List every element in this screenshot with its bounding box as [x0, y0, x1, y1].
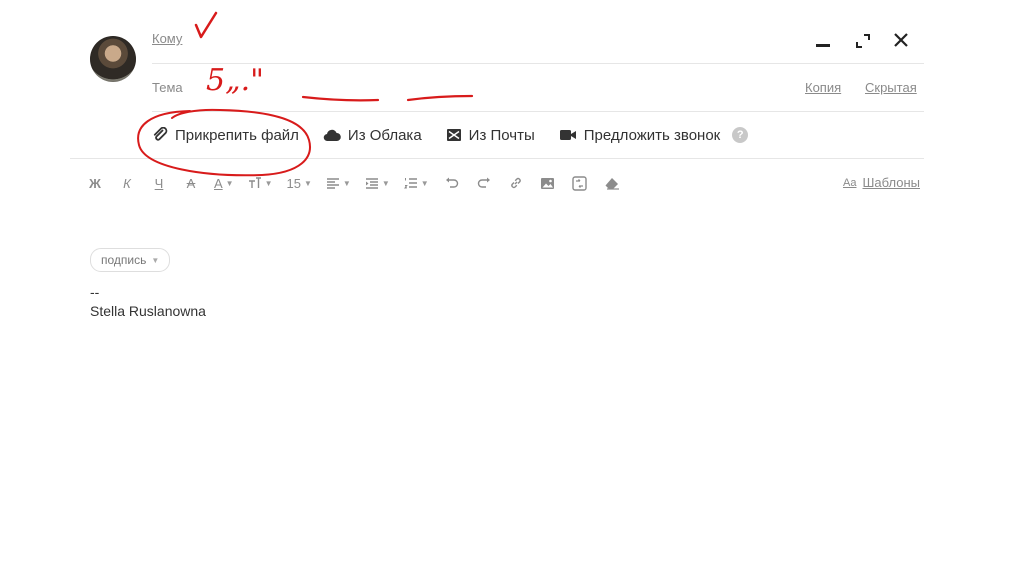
- translit-button[interactable]: [571, 173, 589, 193]
- italic-icon: К: [123, 175, 131, 191]
- link-icon: [510, 177, 521, 189]
- divider-to: [152, 63, 924, 64]
- from-mail-button[interactable]: Из Почты: [446, 127, 535, 144]
- chevron-down-icon: ▼: [151, 255, 160, 265]
- underline-annotation-2: [406, 94, 474, 102]
- cloud-icon: [323, 129, 341, 142]
- signature-dropdown[interactable]: подпись ▼: [90, 248, 171, 272]
- redo-button[interactable]: [475, 173, 493, 193]
- strikethrough-icon: А: [186, 175, 196, 191]
- avatar: [90, 36, 136, 82]
- minimize-icon: [816, 44, 830, 47]
- attach-bar: Прикрепить файл Из Облака Из Почты Предл…: [152, 122, 749, 148]
- from-mail-label: Из Почты: [468, 126, 535, 144]
- minimize-button[interactable]: [812, 30, 834, 52]
- divider-subject: [152, 111, 924, 112]
- indent-button[interactable]: ▼: [365, 173, 390, 193]
- link-button[interactable]: [507, 173, 525, 193]
- attach-file-button[interactable]: Прикрепить файл: [152, 127, 299, 144]
- templates-icon: Aa: [843, 176, 857, 189]
- text-style-icon: [248, 177, 261, 188]
- expand-button[interactable]: [852, 30, 874, 52]
- italic-button[interactable]: К: [118, 173, 136, 193]
- close-icon: [894, 33, 908, 47]
- indent-icon: [365, 178, 378, 189]
- text-color-icon: А: [214, 175, 223, 191]
- image-icon: [541, 177, 555, 189]
- from-cloud-label: Из Облака: [347, 126, 422, 144]
- suggest-call-label: Предложить звонок: [583, 126, 721, 144]
- redo-icon: [477, 177, 490, 188]
- signature-block[interactable]: -- Stella Ruslanowna: [90, 283, 206, 321]
- paperclip-icon: [153, 127, 168, 141]
- bold-button[interactable]: Ж: [86, 173, 104, 193]
- to-label[interactable]: Кому: [152, 31, 182, 46]
- suggest-call-button[interactable]: Предложить звонок: [559, 127, 720, 144]
- signature-name: Stella Ruslanowna: [90, 303, 206, 319]
- eraser-icon: [605, 177, 619, 190]
- checkmark-annotation: [194, 11, 218, 39]
- font-size-button[interactable]: 15 ▼: [287, 173, 312, 193]
- underline-annotation-1: [301, 95, 380, 102]
- bold-icon: Ж: [89, 175, 101, 191]
- undo-icon: [445, 177, 458, 188]
- subject-handwriting-annotation: 5„.": [206, 63, 264, 98]
- templates-button[interactable]: Aa Шаблоны: [843, 175, 920, 190]
- expand-icon: [856, 34, 870, 48]
- templates-label: Шаблоны: [862, 175, 921, 190]
- video-camera-icon: [559, 130, 576, 140]
- signature-pill-label: подпись: [101, 253, 147, 267]
- list-button[interactable]: ▼: [403, 173, 429, 193]
- undo-button[interactable]: [443, 173, 461, 193]
- font-size-value: 15: [286, 175, 301, 191]
- translit-icon: [572, 175, 587, 191]
- underline-button[interactable]: Ч: [150, 173, 168, 193]
- cc-link[interactable]: Копия: [805, 80, 841, 95]
- from-cloud-button[interactable]: Из Облака: [323, 127, 422, 144]
- close-button[interactable]: [890, 29, 912, 51]
- format-toolbar: Ж К Ч А А ▼ ▼ 15 ▼ ▼ ▼ ▼: [86, 172, 635, 194]
- attach-file-label: Прикрепить файл: [175, 126, 299, 144]
- strikethrough-button[interactable]: А: [182, 173, 200, 193]
- mail-icon: [446, 129, 461, 141]
- subject-label[interactable]: Тема: [152, 80, 183, 95]
- bcc-link[interactable]: Скрытая: [865, 80, 917, 95]
- text-color-button[interactable]: А ▼: [214, 173, 234, 193]
- image-button[interactable]: [539, 173, 557, 193]
- align-button[interactable]: ▼: [326, 173, 351, 193]
- align-left-icon: [326, 178, 339, 189]
- text-style-button[interactable]: ▼: [248, 173, 273, 193]
- signature-dash: --: [90, 284, 100, 300]
- underline-icon: Ч: [154, 175, 164, 191]
- help-icon[interactable]: ?: [732, 127, 749, 143]
- divider-toolbar: [70, 158, 924, 159]
- numbered-list-icon: [403, 178, 417, 189]
- clear-format-button[interactable]: [603, 173, 621, 193]
